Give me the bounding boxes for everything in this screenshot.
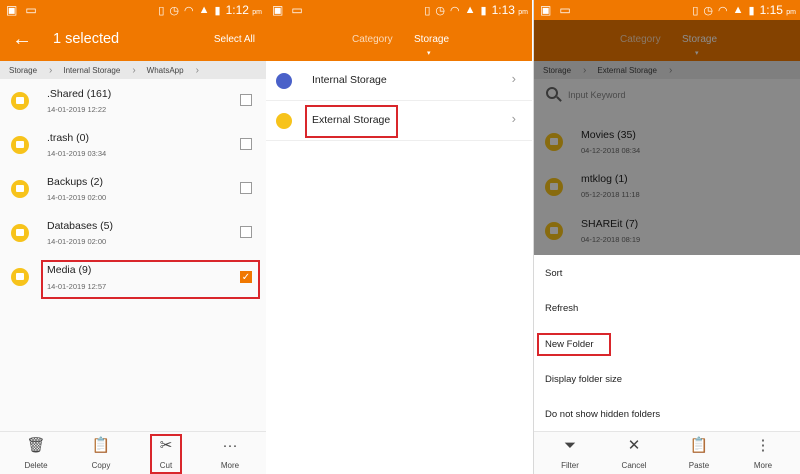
- folder-icon: [11, 268, 29, 286]
- menu-item-hide-hidden-folders[interactable]: Do not show hidden folders: [545, 409, 660, 420]
- active-tab-indicator: ▾: [427, 50, 431, 57]
- clock: 1:13 pm: [491, 3, 528, 17]
- selection-header: ← 1 selected Select All: [0, 20, 266, 61]
- laptop-icon: ▭: [25, 3, 37, 17]
- dim-overlay[interactable]: [534, 20, 800, 255]
- chevron-right-icon: ›: [195, 64, 199, 76]
- tab-category[interactable]: Category: [352, 34, 393, 45]
- alarm-icon: ◷: [435, 4, 445, 17]
- file-date: 14-01-2019 02:00: [47, 193, 107, 202]
- menu-item-sort[interactable]: Sort: [545, 268, 562, 279]
- filter-icon: ⏷: [563, 437, 576, 454]
- alarm-icon: ◷: [169, 4, 179, 17]
- cancel-button[interactable]: ✕ Cancel: [609, 436, 659, 470]
- tab-header: Category Storage ▾: [266, 20, 532, 61]
- clipboard-icon: 📋: [689, 437, 709, 454]
- highlight-box: [41, 260, 260, 299]
- file-date: 14-01-2019 03:34: [47, 149, 107, 158]
- external-storage-panel: ▣ ▭ ▯ ◷ ◠ ▲ ▮ 1:15 pm Category Storage ▾ …: [534, 0, 800, 474]
- chevron-right-icon: ›: [132, 64, 136, 76]
- status-bar: ▣ ▭ ▯ ◷ ◠ ▲ ▮ 1:12 pm: [0, 0, 266, 20]
- storage-item-internal[interactable]: Internal Storage ›: [266, 61, 532, 101]
- phone-icon: [276, 73, 292, 89]
- file-name: .Shared (161): [47, 88, 112, 100]
- tab-storage[interactable]: Storage: [414, 34, 449, 45]
- signal-icon: ▲: [464, 4, 476, 16]
- bottom-toolbar: 🗑 Delete 📋 Copy ✂ Cut ··· More: [0, 431, 266, 474]
- more-dots-icon: ···: [222, 437, 238, 454]
- highlight-box: [150, 434, 182, 474]
- chevron-right-icon: ›: [49, 64, 53, 76]
- image-icon: ▣: [540, 3, 552, 17]
- breadcrumb-item[interactable]: Internal Storage: [63, 66, 120, 75]
- chevron-right-icon: ›: [511, 111, 516, 126]
- bottom-toolbar: ⏷ Filter ✕ Cancel 📋 Paste ⋮ More: [534, 431, 800, 474]
- close-icon: ✕: [627, 437, 641, 454]
- wifi-icon: ◠: [450, 4, 460, 17]
- storage-name: Internal Storage: [312, 74, 387, 86]
- file-row[interactable]: .trash (0) 14-01-2019 03:34: [0, 123, 266, 167]
- status-bar: ▣ ▭ ▯ ◷ ◠ ▲ ▮ 1:13 pm: [266, 0, 532, 20]
- clock: 1:15 pm: [759, 3, 796, 17]
- clipboard-icon: 📋: [91, 437, 111, 454]
- selection-count-title: 1 selected: [53, 31, 120, 47]
- clock: 1:12 pm: [225, 3, 262, 17]
- breadcrumb-item[interactable]: Storage: [9, 66, 37, 75]
- storage-panel: ▣ ▭ ▯ ◷ ◠ ▲ ▮ 1:13 pm Category Storage ▾ …: [266, 0, 532, 474]
- vibrate-icon: ▯: [692, 4, 699, 17]
- more-button[interactable]: ⋮ More: [738, 436, 788, 470]
- trash-icon: 🗑: [26, 437, 46, 454]
- copy-button[interactable]: 📋 Copy: [76, 436, 126, 470]
- wifi-icon: ◠: [184, 4, 194, 17]
- vibrate-icon: ▯: [424, 4, 431, 17]
- image-icon: ▣: [6, 3, 18, 17]
- file-date: 14-01-2019 02:00: [47, 237, 107, 246]
- delete-button[interactable]: 🗑 Delete: [11, 436, 61, 470]
- laptop-icon: ▭: [291, 3, 303, 17]
- more-button[interactable]: ··· More: [205, 436, 255, 470]
- file-row[interactable]: .Shared (161) 14-01-2019 12:22: [0, 79, 266, 123]
- breadcrumb: Storage › Internal Storage › WhatsApp ›: [0, 61, 266, 79]
- battery-icon: ▮: [214, 4, 221, 17]
- folder-icon: [11, 92, 29, 110]
- menu-item-refresh[interactable]: Refresh: [545, 303, 578, 314]
- file-checkbox[interactable]: [240, 138, 252, 150]
- vibrate-icon: ▯: [158, 4, 165, 17]
- status-bar: ▣ ▭ ▯ ◷ ◠ ▲ ▮ 1:15 pm: [534, 0, 800, 20]
- sdcard-icon: [276, 113, 292, 129]
- file-date: 14-01-2019 12:22: [47, 105, 107, 114]
- file-row[interactable]: Backups (2) 14-01-2019 02:00: [0, 167, 266, 211]
- battery-icon: ▮: [748, 4, 755, 17]
- alarm-icon: ◷: [703, 4, 713, 17]
- wifi-icon: ◠: [718, 4, 728, 17]
- highlight-box: [305, 105, 398, 138]
- battery-icon: ▮: [480, 4, 487, 17]
- file-name: Backups (2): [47, 176, 104, 188]
- select-all-button[interactable]: Select All: [214, 34, 255, 45]
- file-list-panel: ▣ ▭ ▯ ◷ ◠ ▲ ▮ 1:12 pm ← 1 selected Select…: [0, 0, 266, 474]
- file-checkbox[interactable]: [240, 94, 252, 106]
- file-checkbox[interactable]: [240, 226, 252, 238]
- paste-button[interactable]: 📋 Paste: [674, 436, 724, 470]
- highlight-box: [537, 333, 611, 356]
- filter-button[interactable]: ⏷ Filter: [545, 436, 595, 470]
- folder-icon: [11, 136, 29, 154]
- more-vertical-icon: ⋮: [755, 437, 771, 454]
- chevron-right-icon: ›: [511, 71, 516, 86]
- signal-icon: ▲: [732, 4, 744, 16]
- file-row[interactable]: Databases (5) 14-01-2019 02:00: [0, 211, 266, 255]
- laptop-icon: ▭: [559, 3, 571, 17]
- signal-icon: ▲: [198, 4, 210, 16]
- breadcrumb-item[interactable]: WhatsApp: [147, 66, 184, 75]
- menu-item-display-folder-size[interactable]: Display folder size: [545, 374, 622, 385]
- file-checkbox[interactable]: [240, 182, 252, 194]
- file-name: .trash (0): [47, 132, 90, 144]
- back-arrow-icon[interactable]: ←: [12, 28, 32, 51]
- folder-icon: [11, 180, 29, 198]
- file-name: Databases (5): [47, 220, 113, 232]
- image-icon: ▣: [272, 3, 284, 17]
- folder-icon: [11, 224, 29, 242]
